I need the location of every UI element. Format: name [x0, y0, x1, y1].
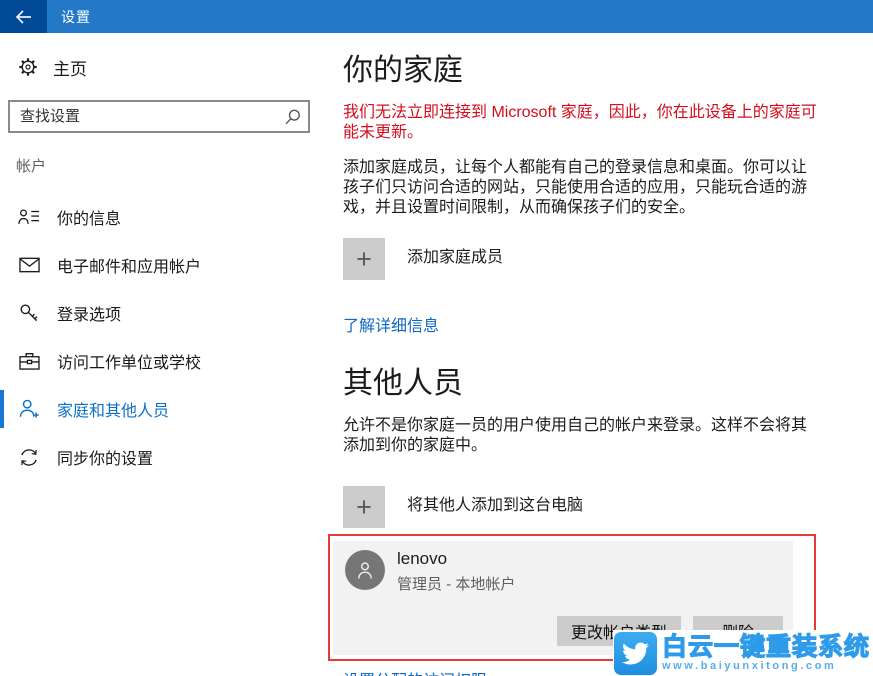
add-other-user-label: 将其他人添加到这台电脑	[407, 491, 583, 515]
user-info-icon	[18, 208, 40, 226]
add-family-member-button[interactable]: +	[343, 238, 385, 280]
add-other-user-button[interactable]: +	[343, 486, 385, 528]
watermark-brand: 白云一键重装系统	[662, 635, 870, 660]
sidebar-item-sync-settings[interactable]: 同步你的设置	[0, 433, 332, 481]
back-arrow-icon	[15, 10, 32, 24]
add-family-member-label: 添加家庭成员	[407, 243, 503, 267]
email-icon	[18, 257, 40, 273]
sidebar-item-family-other-people[interactable]: 家庭和其他人员	[0, 385, 332, 433]
main-content: 你的家庭 我们无法立即连接到 Microsoft 家庭，因此，你在此设备上的家庭…	[343, 33, 873, 676]
sidebar: 主页 帐户 你的信息	[0, 33, 332, 481]
sync-icon	[18, 448, 40, 467]
watermark-url: www.baiyunxitong.com	[662, 661, 836, 672]
other-people-description: 允许不是你家庭一员的用户使用自己的帐户来登录。这样不会将其添加到你的家庭中。	[343, 416, 821, 456]
other-people-section-title: 其他人员	[343, 366, 873, 402]
add-family-member-row: + 添加家庭成员	[343, 238, 873, 280]
search-box	[8, 100, 310, 133]
sidebar-item-your-info[interactable]: 你的信息	[0, 193, 332, 241]
avatar	[345, 550, 385, 590]
plus-icon: +	[356, 244, 372, 275]
search-input[interactable]	[10, 108, 278, 125]
settings-window: 设置 主页	[0, 0, 873, 676]
plus-icon: +	[356, 492, 372, 523]
sidebar-home-label: 主页	[53, 55, 87, 80]
sidebar-item-label: 访问工作单位或学校	[57, 349, 201, 373]
sidebar-item-label: 家庭和其他人员	[57, 397, 169, 421]
twitter-icon	[622, 640, 649, 667]
key-icon	[18, 303, 40, 323]
sidebar-item-signin-options[interactable]: 登录选项	[0, 289, 332, 337]
account-name: lenovo	[397, 549, 447, 569]
person-add-icon	[18, 399, 40, 419]
sidebar-item-label: 登录选项	[57, 301, 121, 325]
person-icon	[353, 558, 377, 582]
search-icon[interactable]	[278, 108, 308, 126]
sidebar-nav: 你的信息 电子邮件和应用帐户	[0, 193, 332, 481]
account-role: 管理员 - 本地帐户	[397, 573, 515, 594]
site-watermark: 白云一键重装系统 www.baiyunxitong.com	[613, 630, 873, 676]
family-section-title: 你的家庭	[343, 53, 873, 89]
gear-icon	[18, 57, 38, 77]
window-title: 设置	[47, 0, 91, 33]
sidebar-section-accounts: 帐户	[16, 155, 332, 176]
learn-more-link[interactable]: 了解详细信息	[343, 312, 439, 336]
sidebar-item-label: 同步你的设置	[57, 445, 153, 469]
back-button[interactable]	[0, 0, 47, 33]
sidebar-item-label: 电子邮件和应用帐户	[57, 253, 201, 277]
sidebar-item-email-accounts[interactable]: 电子邮件和应用帐户	[0, 241, 332, 289]
titlebar: 设置	[0, 0, 873, 33]
family-connection-error: 我们无法立即连接到 Microsoft 家庭，因此，你在此设备上的家庭可能未更新…	[343, 103, 821, 143]
briefcase-icon	[18, 352, 40, 370]
watermark-text: 白云一键重装系统 www.baiyunxitong.com	[662, 635, 870, 672]
sidebar-item-home[interactable]: 主页	[18, 54, 332, 80]
add-other-user-row: + 将其他人添加到这台电脑	[343, 486, 873, 528]
family-description: 添加家庭成员，让每个人都能有自己的登录信息和桌面。你可以让孩子们只访问合适的网站…	[343, 158, 821, 218]
sidebar-item-work-school[interactable]: 访问工作单位或学校	[0, 337, 332, 385]
twitter-bird-badge	[614, 632, 657, 675]
sidebar-item-label: 你的信息	[57, 205, 121, 229]
